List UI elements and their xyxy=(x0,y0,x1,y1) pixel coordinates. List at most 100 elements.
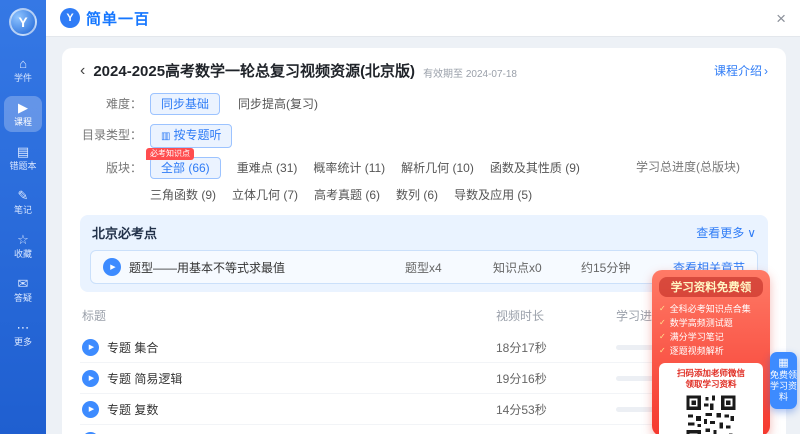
header-title: 标题 xyxy=(82,307,496,324)
course-icon: ▶ xyxy=(18,101,28,115)
more-icon: ⋯ xyxy=(17,321,30,335)
sidebar-item-label: 答疑 xyxy=(14,293,32,303)
check-icon: ✓ xyxy=(659,344,666,358)
section-filter-row: 版块： 必考知识点 全部 (66) 重难点 (31) 概率统计 (11) 解析几… xyxy=(80,157,768,206)
section-filter[interactable]: 解析几何 (10) xyxy=(401,157,474,179)
qr-panel: 扫码添加老师微信 领取学习资料 xyxy=(659,363,763,434)
must-see-item-title: 题型——用基本不等式求最值 xyxy=(129,259,405,276)
validity-text: 有效期至 2024-07-18 xyxy=(423,65,517,80)
promo-item-text: 满分学习笔记 xyxy=(670,330,724,344)
difficulty-filter-row: 难度： 同步基础 同步提高(复习) xyxy=(80,93,768,115)
side-button-label-line1: 免费领 xyxy=(770,370,797,381)
video-duration: 19分16秒 xyxy=(496,370,616,387)
pattern-count: 题型x4 xyxy=(405,259,493,276)
sidebar-item-dayi[interactable]: ✉ 答疑 xyxy=(4,272,42,308)
difficulty-option-basic[interactable]: 同步基础 xyxy=(150,93,220,115)
sidebar-item-gengduo[interactable]: ⋯ 更多 xyxy=(4,316,42,352)
qa-icon: ✉ xyxy=(18,277,29,291)
back-icon[interactable]: ‹ xyxy=(80,63,85,79)
total-progress-label: 学习总进度(总版块) xyxy=(636,160,740,174)
must-know-badge: 必考知识点 xyxy=(146,148,194,160)
page-title: 2024-2025高考数学一轮总复习视频资源(北京版) xyxy=(93,60,415,81)
must-see-header: 北京必考点 查看更多 ∨ xyxy=(90,223,758,242)
total-progress: 学习总进度(总版块) xyxy=(636,157,768,175)
video-title: 专题 集合 xyxy=(107,339,158,356)
check-icon: ✓ xyxy=(659,316,666,330)
course-intro-link[interactable]: 课程介绍 › xyxy=(714,62,768,79)
play-icon[interactable]: ▶ xyxy=(82,370,99,387)
close-icon[interactable]: × xyxy=(776,10,786,27)
mistake-book-icon: ▤ xyxy=(17,145,29,159)
course-intro-label: 课程介绍 xyxy=(714,62,762,79)
sidebar-item-label: 笔记 xyxy=(14,205,32,215)
section-filter[interactable]: 函数及其性质 (9) xyxy=(490,157,580,179)
promo-item-text: 全科必考知识点合集 xyxy=(670,302,751,316)
play-icon[interactable]: ▶ xyxy=(82,339,99,356)
star-icon: ☆ xyxy=(17,233,29,247)
video-title: 专题 复数 xyxy=(107,401,158,418)
header-duration: 视频时长 xyxy=(496,307,616,324)
play-icon[interactable]: ▶ xyxy=(103,258,121,276)
section-filter[interactable]: 立体几何 (7) xyxy=(232,184,298,206)
section-filter[interactable]: 重难点 (31) xyxy=(237,157,298,179)
video-duration: 18分17秒 xyxy=(496,339,616,356)
catalog-filter-row: 目录类型： ▥按专题听 xyxy=(80,124,768,148)
section-filter[interactable]: 导数及应用 (5) xyxy=(454,184,532,206)
section-filter[interactable]: 数列 (6) xyxy=(396,184,438,206)
sidebar-item-xuejian[interactable]: ⌂ 学件 xyxy=(4,52,42,88)
catalog-option-label: 按专题听 xyxy=(173,128,221,142)
section-filter-all-label: 全部 (66) xyxy=(150,157,221,179)
section-label: 版块： xyxy=(80,157,142,179)
catalog-label: 目录类型： xyxy=(80,124,142,146)
app-sidebar: Y ⌂ 学件 ▶ 课程 ▤ 错题本 ✎ 笔记 ☆ 收藏 ✉ 答疑 ⋯ 更多 xyxy=(0,0,46,434)
view-more-link[interactable]: 查看更多 ∨ xyxy=(696,224,756,241)
side-button-label-line2: 学习资料 xyxy=(770,381,797,403)
gift-icon: ▦ xyxy=(770,357,797,370)
qr-caption-line2: 领取学习资料 xyxy=(663,379,759,390)
promo-item: ✓ 数学高频测试题 xyxy=(659,316,763,330)
check-icon: ✓ xyxy=(659,302,666,316)
notes-icon: ✎ xyxy=(18,189,29,203)
section-filter[interactable]: 三角函数 (9) xyxy=(150,184,216,206)
promo-item: ✓ 全科必考知识点合集 xyxy=(659,302,763,316)
video-title: 专题 简易逻辑 xyxy=(107,370,182,387)
sidebar-item-label: 错题本 xyxy=(9,161,36,171)
sidebar-item-biji[interactable]: ✎ 笔记 xyxy=(4,184,42,220)
view-more-label: 查看更多 xyxy=(696,224,744,241)
promo-item-text: 逐题视频解析 xyxy=(670,344,724,358)
difficulty-option-advanced[interactable]: 同步提高(复习) xyxy=(238,93,318,115)
sidebar-item-label: 收藏 xyxy=(14,249,32,259)
check-icon: ✓ xyxy=(659,330,666,344)
promo-card: 学习资料免费领 ✓ 全科必考知识点合集 ✓ 数学高频测试题 ✓ 满分学习笔记 ✓… xyxy=(652,270,770,434)
learning-materials-icon: ⌂ xyxy=(19,57,27,71)
course-title-row: ‹ 2024-2025高考数学一轮总复习视频资源(北京版) 有效期至 2024-… xyxy=(80,60,768,81)
promo-title: 学习资料免费领 xyxy=(659,277,763,297)
promo-item-text: 数学高频测试题 xyxy=(670,316,733,330)
must-see-title: 北京必考点 xyxy=(92,223,157,242)
sidebar-item-label: 学件 xyxy=(14,73,32,83)
brand-name: 简单一百 xyxy=(86,8,150,29)
section-filter[interactable]: 高考真题 (6) xyxy=(314,184,380,206)
free-materials-button[interactable]: ▦ 免费领 学习资料 xyxy=(770,352,797,409)
video-duration: 14分53秒 xyxy=(496,401,616,418)
section-filter-all[interactable]: 必考知识点 全部 (66) xyxy=(150,157,221,179)
knowledge-count: 知识点x0 xyxy=(493,259,581,276)
app-logo-icon: Y xyxy=(9,8,37,36)
sidebar-item-shoucang[interactable]: ☆ 收藏 xyxy=(4,228,42,264)
brand-logo-icon: Y xyxy=(60,8,80,28)
promo-item: ✓ 逐题视频解析 xyxy=(659,344,763,358)
sidebar-item-kecheng[interactable]: ▶ 课程 xyxy=(4,96,42,132)
catalog-option-by-topic[interactable]: ▥按专题听 xyxy=(150,124,232,148)
section-options: 必考知识点 全部 (66) 重难点 (31) 概率统计 (11) 解析几何 (1… xyxy=(142,157,636,206)
qr-caption-line1: 扫码添加老师微信 xyxy=(663,368,759,379)
play-icon[interactable]: ▶ xyxy=(82,401,99,418)
top-header: Y 简单一百 × xyxy=(46,0,800,36)
sidebar-item-label: 更多 xyxy=(14,337,32,347)
list-icon: ▥ xyxy=(161,131,170,142)
chevron-down-icon: ∨ xyxy=(747,226,756,240)
sidebar-item-label: 课程 xyxy=(14,117,32,127)
section-filter[interactable]: 概率统计 (11) xyxy=(313,157,385,179)
promo-item: ✓ 满分学习笔记 xyxy=(659,330,763,344)
qr-code xyxy=(685,394,737,434)
sidebar-item-cuotiben[interactable]: ▤ 错题本 xyxy=(4,140,42,176)
